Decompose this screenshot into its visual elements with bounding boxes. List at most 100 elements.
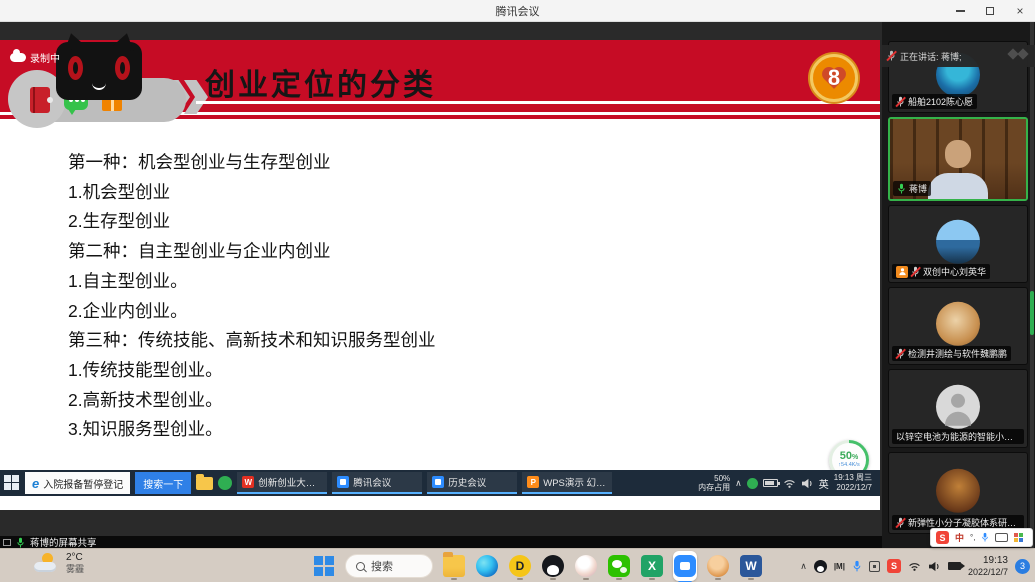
tencent-meeting-button-active[interactable] — [673, 552, 697, 580]
share-bar-label: 蒋博的屏幕共享 — [30, 535, 97, 549]
scrollbar-thumb[interactable] — [1030, 291, 1034, 335]
slide-line: 2.企业内创业。 — [68, 297, 808, 327]
watermark-icon — [1009, 50, 1027, 58]
mic-muted-icon — [887, 50, 896, 62]
ime-toolbox-icon[interactable] — [1014, 533, 1023, 542]
microphone-tray-icon[interactable] — [852, 560, 862, 573]
weather-temperature: 2°C — [66, 552, 84, 564]
minimize-button[interactable] — [945, 0, 975, 22]
system-tray: ∧ |M| S 19:13 2022/12/7 3 — [800, 549, 1030, 582]
sogou-logo-icon[interactable]: S — [936, 531, 949, 544]
qq-button[interactable] — [541, 552, 565, 580]
taskbar-search[interactable]: 搜索 — [345, 554, 433, 578]
remote-clock: 19:13 周三 2022/12/7 — [834, 473, 876, 492]
file-explorer-button[interactable] — [442, 552, 466, 580]
tray-app-icon[interactable]: |M| — [834, 562, 845, 571]
participant-tile[interactable]: 新弹性小分子凝胶体系研究 康丽阳 — [888, 452, 1028, 534]
battery-icon — [763, 479, 778, 487]
taskbar-app-icons: 搜索 D X W — [312, 549, 763, 582]
tray-expand-icon[interactable]: ∧ — [800, 561, 807, 572]
window-restore-icon[interactable] — [3, 539, 11, 546]
cpu-percent: 50% — [840, 451, 858, 462]
start-button[interactable] — [312, 552, 336, 580]
slide-line: 3.知识服务型创业。 — [68, 415, 808, 445]
volume-icon[interactable] — [928, 561, 941, 572]
participant-tile[interactable]: 检测井测绘与软件魏鹏鹏 — [888, 287, 1028, 365]
remote-task-wps-show[interactable]: P WPS演示 幻灯片放映... — [522, 472, 612, 494]
qq-tray-icon[interactable] — [814, 560, 827, 573]
ime-mode-chinese[interactable]: 中 — [955, 531, 964, 544]
recording-indicator: 录制中 — [10, 50, 60, 65]
ime-tray-icon[interactable] — [869, 561, 880, 572]
tmall-cat-logo — [56, 42, 142, 100]
speaker-face — [945, 140, 971, 168]
antivirus-tray-icon[interactable] — [747, 478, 758, 489]
speaking-label: 正在讲话: 蒋博; — [900, 50, 962, 63]
participant-tile-active-speaker[interactable]: 蒋博 — [888, 117, 1028, 201]
participant-avatar — [936, 302, 980, 346]
window-controls: × — [945, 0, 1035, 22]
volume-icon[interactable] — [801, 478, 814, 489]
anime-app-button[interactable] — [574, 552, 598, 580]
slide-body: 第一种：机会型创业与生存型创业 1.机会型创业 2.生存型创业 第二种：自主型创… — [68, 148, 808, 445]
slide-title: 创业定位的分类 — [205, 60, 436, 104]
search-icon — [356, 562, 365, 571]
meeting-icon — [337, 476, 349, 488]
participant-name: 检测井测绘与软件魏鹏鹏 — [908, 347, 1007, 360]
remote-taskbar: e 入院报备暂停登记 搜索一下 W 创新创业大讲堂-第22... 腾讯会议 历史… — [0, 470, 880, 496]
cat-eye-icon — [115, 56, 130, 80]
slide-header: 录制中 创业定位的分类 — [0, 40, 880, 112]
wifi-icon[interactable] — [783, 478, 796, 489]
remote-ie-task[interactable]: e 入院报备暂停登记 — [25, 472, 130, 494]
taskbar-clock[interactable]: 19:13 2022/12/7 — [968, 555, 1008, 577]
edge-browser-button[interactable] — [475, 552, 499, 580]
word-button[interactable]: W — [739, 552, 763, 580]
title-underline — [196, 101, 880, 104]
participant-avatar — [936, 469, 980, 513]
window-title: 腾讯会议 — [496, 3, 540, 19]
sogou-input-toolbar: S 中 °, — [930, 528, 1033, 547]
remote-search-button[interactable]: 搜索一下 — [135, 472, 191, 494]
speaker-shirt — [928, 173, 988, 199]
remote-task-meeting[interactable]: 腾讯会议 — [332, 472, 422, 494]
maximize-button[interactable] — [975, 0, 1005, 22]
wifi-icon[interactable] — [908, 561, 921, 572]
participant-tile[interactable]: 双创中心刘英华 — [888, 205, 1028, 283]
minimize-icon — [956, 10, 965, 12]
sidebar-scrollbar[interactable] — [1030, 22, 1034, 548]
slide-line: 2.生存型创业 — [68, 207, 808, 237]
profile-app-button[interactable] — [706, 552, 730, 580]
ime-keyboard-icon[interactable] — [995, 533, 1008, 542]
slide-line: 第一种：机会型创业与生存型创业 — [68, 148, 808, 178]
remote-start-button[interactable] — [4, 475, 20, 491]
participant-tile[interactable]: 以锌空电池为能源的智能小车的研究郭永... — [888, 369, 1028, 448]
tray-expand-icon[interactable]: ∧ — [735, 478, 742, 489]
participant-name: 蒋博 — [909, 182, 927, 195]
ime-voice-icon[interactable] — [981, 532, 989, 543]
mic-on-icon — [897, 183, 906, 195]
page-number-badge: 8 — [810, 54, 858, 102]
weather-icon — [34, 553, 60, 573]
excel-button[interactable]: X — [640, 552, 664, 580]
cat-mouth-icon — [92, 83, 106, 90]
remote-task-wps-doc[interactable]: W 创新创业大讲堂-第22... — [237, 472, 327, 494]
slide-line: 2.高新技术型创业。 — [68, 386, 808, 416]
input-language-indicator[interactable]: 英 — [819, 476, 829, 491]
wechat-button[interactable] — [607, 552, 631, 580]
camera-tray-icon[interactable] — [948, 562, 961, 570]
weather-widget[interactable]: 2°C 雾霾 — [34, 552, 84, 575]
ime-punctuation[interactable]: °, — [970, 533, 975, 542]
participant-name: 以锌空电池为能源的智能小车的研究郭永... — [896, 430, 1020, 443]
share-mic-icon — [16, 537, 25, 548]
close-button[interactable]: × — [1005, 0, 1035, 22]
remote-task-history[interactable]: 历史会议 — [427, 472, 517, 494]
titlebar: 腾讯会议 × — [0, 0, 1035, 22]
folder-icon[interactable] — [196, 477, 213, 490]
dapp-button[interactable]: D — [508, 552, 532, 580]
participants-sidebar: 船舶2102陈心愿 正在讲话: 蒋博; 蒋博 — [882, 22, 1035, 548]
participant-avatar — [936, 220, 980, 264]
notification-badge[interactable]: 3 — [1015, 559, 1030, 574]
browser-icon[interactable] — [218, 476, 232, 490]
wps-icon: W — [242, 476, 254, 488]
sogou-tray-icon[interactable]: S — [887, 559, 901, 573]
